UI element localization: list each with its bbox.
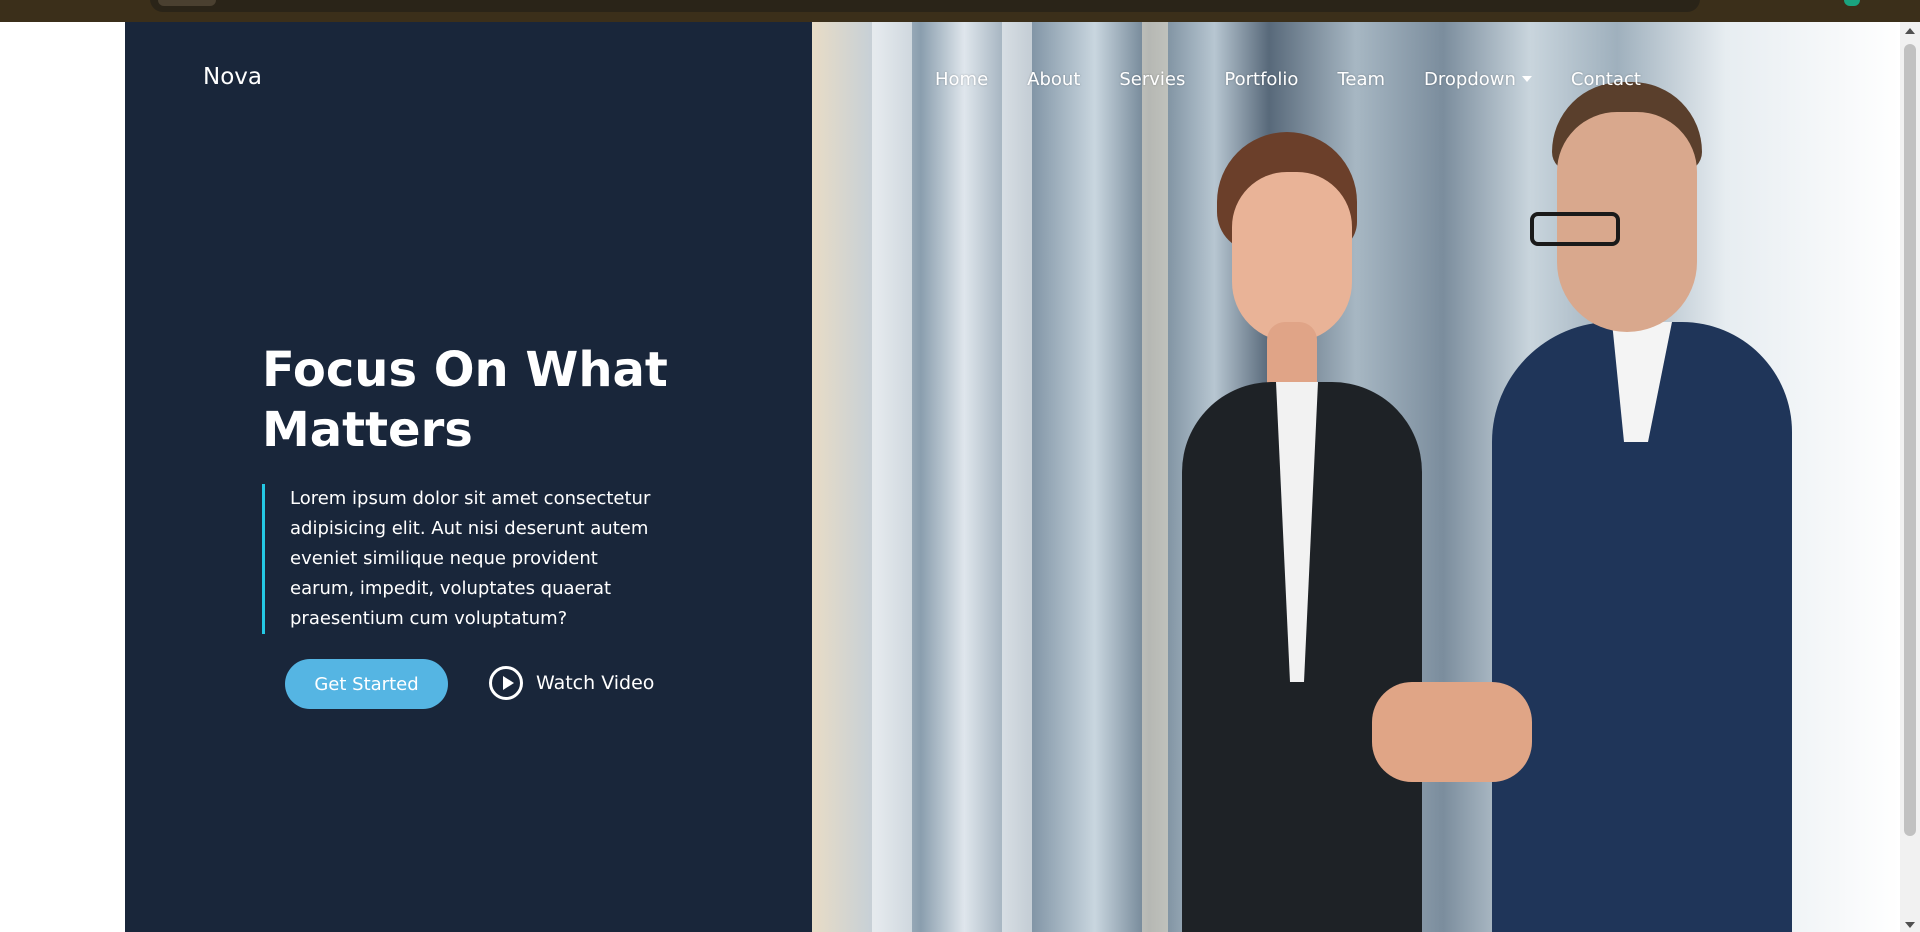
watch-video-label: Watch Video <box>536 672 655 694</box>
handshake <box>1372 682 1532 782</box>
play-circle-icon <box>489 666 523 700</box>
man-glasses <box>1530 212 1620 246</box>
nav-dropdown-label: Dropdown <box>1424 68 1516 90</box>
nav-services[interactable]: Servies <box>1119 69 1185 90</box>
caret-down-icon <box>1521 76 1532 82</box>
woman-head <box>1232 172 1352 342</box>
hero-title: Focus On What Matters <box>262 342 668 458</box>
window-light-streak <box>1002 22 1032 932</box>
nav-about[interactable]: About <box>1027 69 1080 90</box>
profile-avatar-icon[interactable] <box>1844 0 1860 6</box>
window-light-streak <box>872 22 912 932</box>
hero-panel <box>125 22 812 932</box>
address-bar[interactable] <box>150 0 1700 12</box>
scroll-thumb[interactable] <box>1904 44 1916 836</box>
main-nav: Home About Servies Portfolio Team Dropdo… <box>935 64 1641 94</box>
nav-home[interactable]: Home <box>935 69 988 90</box>
browser-chrome <box>0 0 1920 22</box>
hero-image <box>812 22 1900 932</box>
window-light-streak <box>1142 22 1168 932</box>
get-started-button[interactable]: Get Started <box>285 659 448 709</box>
hero-description: Lorem ipsum dolor sit amet consectetur a… <box>262 484 662 634</box>
nav-dropdown[interactable]: Dropdown <box>1424 69 1532 90</box>
nav-contact[interactable]: Contact <box>1571 69 1641 90</box>
nav-team[interactable]: Team <box>1337 69 1385 90</box>
site-info-chip[interactable] <box>158 0 216 6</box>
scroll-down-arrow-icon[interactable] <box>1905 922 1915 928</box>
nav-portfolio[interactable]: Portfolio <box>1224 69 1298 90</box>
page-scrollbar[interactable] <box>1900 22 1920 932</box>
brand-logo[interactable]: Nova <box>203 64 262 90</box>
watch-video-link[interactable]: Watch Video <box>489 663 654 703</box>
scroll-up-arrow-icon[interactable] <box>1905 28 1915 34</box>
